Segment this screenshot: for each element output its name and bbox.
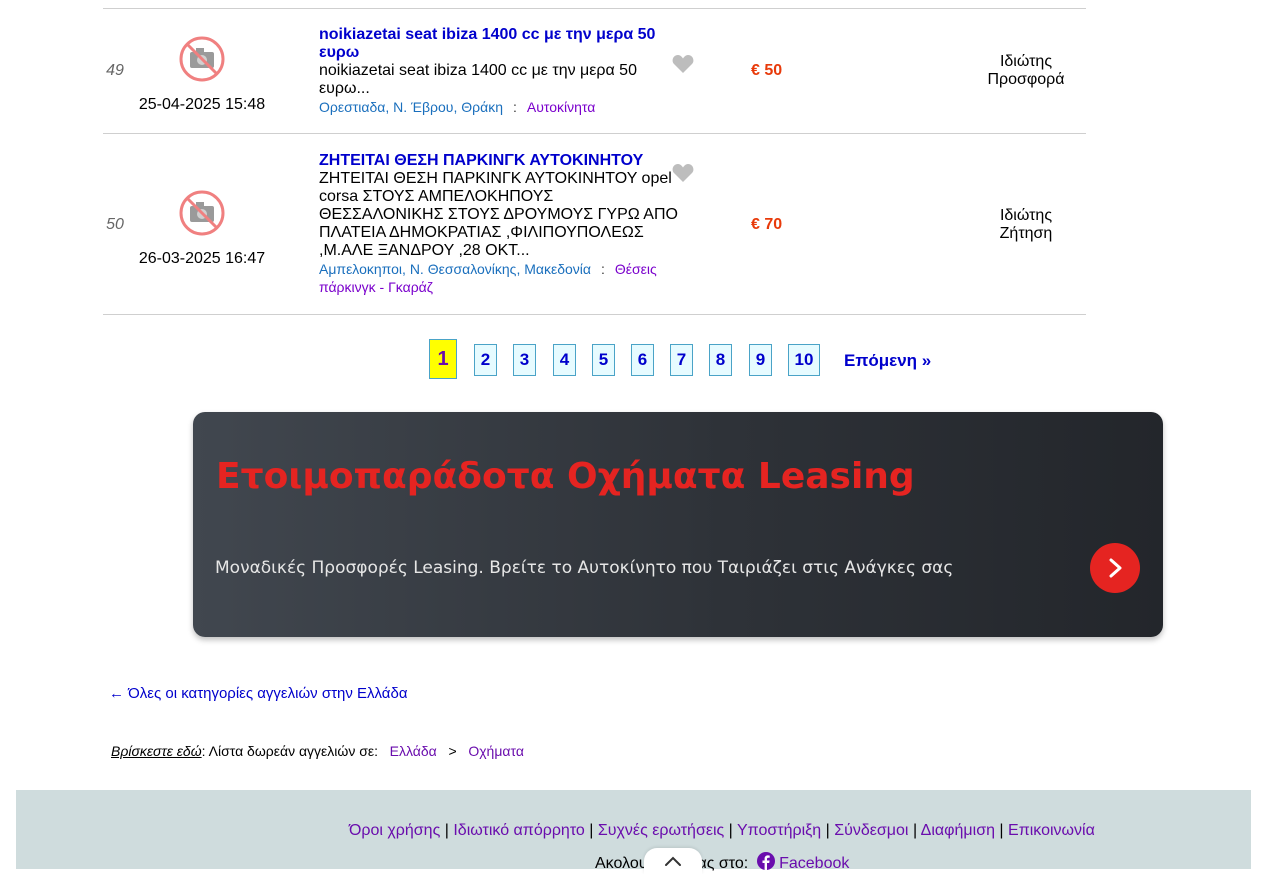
footer: Όροι χρήσης | Ιδιωτικό απόρρητο | Συχνές… [16, 790, 1251, 874]
row-divider [103, 133, 1086, 134]
listing-description: noikiazetai seat ibiza 1400 cc με την με… [319, 62, 637, 97]
listing-title[interactable]: ΖΗΤΕΙΤΑΙ ΘΕΣΗ ΠΑΡΚΙΝΓΚ ΑΥΤΟΚΙΝΗΤΟΥ [319, 152, 689, 170]
page-10-link[interactable]: 10 [788, 344, 820, 376]
listing-type: Ιδιώτης Ζήτηση [999, 207, 1053, 242]
scroll-to-top-button[interactable] [644, 848, 702, 874]
banner-arrow-button[interactable] [1090, 543, 1140, 593]
category-link[interactable]: Αυτοκίνητα [527, 99, 595, 115]
listing-type: Ιδιώτης Προσφορά [987, 53, 1065, 88]
listing-location: Ορεστιαδα, Ν. Έβρου, Θράκη: Αυτοκίνητα [319, 99, 596, 115]
category-link-cont[interactable]: πάρκινγκ - Γκαράζ [319, 279, 433, 295]
page-6-link[interactable]: 6 [631, 344, 654, 376]
listing-title[interactable]: noikiazetai seat ibiza 1400 cc με την με… [319, 26, 679, 62]
page-9-link[interactable]: 9 [749, 344, 772, 376]
banner-title[interactable]: Ετοιμοπαράδοτα Οχήματα Leasing [216, 456, 915, 497]
banner-subtitle: Μοναδικές Προσφορές Leasing. Βρείτε το Α… [215, 558, 954, 578]
next-page-link[interactable]: Επόμενη » [844, 351, 931, 371]
location-link[interactable]: Ν. Έβρου [393, 99, 453, 115]
location-link[interactable]: Θράκη [461, 99, 503, 115]
leasing-banner[interactable]: Ετοιμοπαράδοτα Οχήματα Leasing Μοναδικές… [193, 412, 1163, 637]
location-link[interactable]: Αμπελοκηποι [319, 261, 402, 277]
location-link[interactable]: Μακεδονία [524, 261, 591, 277]
row-divider [103, 314, 1086, 315]
page-1-current[interactable]: 1 [429, 339, 457, 379]
footer-link-privacy[interactable]: Ιδιωτικό απόρρητο [453, 822, 584, 839]
follow-us: Ακολου ας στο: Facebook [595, 852, 849, 873]
listing-location: Αμπελοκηποι, Ν. Θεσσαλονίκης, Μακεδονία:… [319, 261, 657, 295]
footer-link-faq[interactable]: Συχνές ερωτήσεις [598, 822, 724, 839]
breadcrumb-item-greece[interactable]: Ελλάδα [390, 743, 437, 759]
favorite-heart-icon[interactable] [672, 54, 694, 74]
page-4-link[interactable]: 4 [553, 344, 576, 376]
footer-link-links[interactable]: Σύνδεσμοι [834, 822, 908, 839]
listing-number: 50 [106, 216, 124, 233]
listing-date: 26-03-2025 16:47 [138, 250, 266, 267]
page-7-link[interactable]: 7 [670, 344, 693, 376]
footer-links: Όροι χρήσης | Ιδιωτικό απόρρητο | Συχνές… [349, 822, 1095, 839]
page-5-link[interactable]: 5 [592, 344, 615, 376]
footer-link-terms[interactable]: Όροι χρήσης [349, 822, 440, 839]
all-categories-link[interactable]: ← Όλες οι κατηγορίες αγγελιών στην Ελλάδ… [109, 685, 408, 702]
location-link[interactable]: Ορεστιαδα [319, 99, 385, 115]
listing-date: 25-04-2025 15:48 [138, 96, 266, 113]
listing-text: ΖΗΤΕΙΤΑΙ ΘΕΣΗ ΠΑΡΚΙΝΓΚ ΑΥΤΟΚΙΝΗΤΟΥ ΖΗΤΕΙ… [319, 152, 689, 296]
page-8-link[interactable]: 8 [709, 344, 732, 376]
page-3-link[interactable]: 3 [513, 344, 536, 376]
breadcrumb-item-vehicles[interactable]: Οχήματα [468, 743, 524, 759]
chevron-right-icon [1109, 558, 1122, 578]
page-2-link[interactable]: 2 [474, 344, 497, 376]
footer-link-advertising[interactable]: Διαφήμιση [921, 822, 995, 839]
listing-description: ΖΗΤΕΙΤΑΙ ΘΕΣΗ ΠΑΡΚΙΝΓΚ ΑΥΤΟΚΙΝΗΤΟΥ opel … [319, 170, 678, 259]
listing-text: noikiazetai seat ibiza 1400 cc με την με… [319, 26, 679, 116]
facebook-icon[interactable] [756, 852, 775, 870]
breadcrumb: Βρίσκεστε εδώ: Λίστα δωρεάν αγγελιών σε:… [111, 743, 524, 759]
row-divider [103, 8, 1086, 9]
listing-price: € 50 [751, 62, 783, 79]
location-link[interactable]: Ν. Θεσσαλονίκης [410, 261, 517, 277]
category-link[interactable]: Θέσεις [615, 261, 657, 277]
chevron-up-icon [665, 856, 681, 866]
no-image-icon[interactable] [179, 36, 225, 82]
facebook-link[interactable]: Facebook [779, 855, 849, 872]
breadcrumb-label: Βρίσκεστε εδώ [111, 743, 202, 759]
listing-number: 49 [106, 62, 124, 79]
footer-link-support[interactable]: Υποστήριξη [737, 822, 821, 839]
no-image-icon[interactable] [179, 190, 225, 236]
footer-link-contact[interactable]: Επικοινωνία [1008, 822, 1095, 839]
favorite-heart-icon[interactable] [672, 163, 694, 183]
listing-price: € 70 [751, 216, 783, 233]
